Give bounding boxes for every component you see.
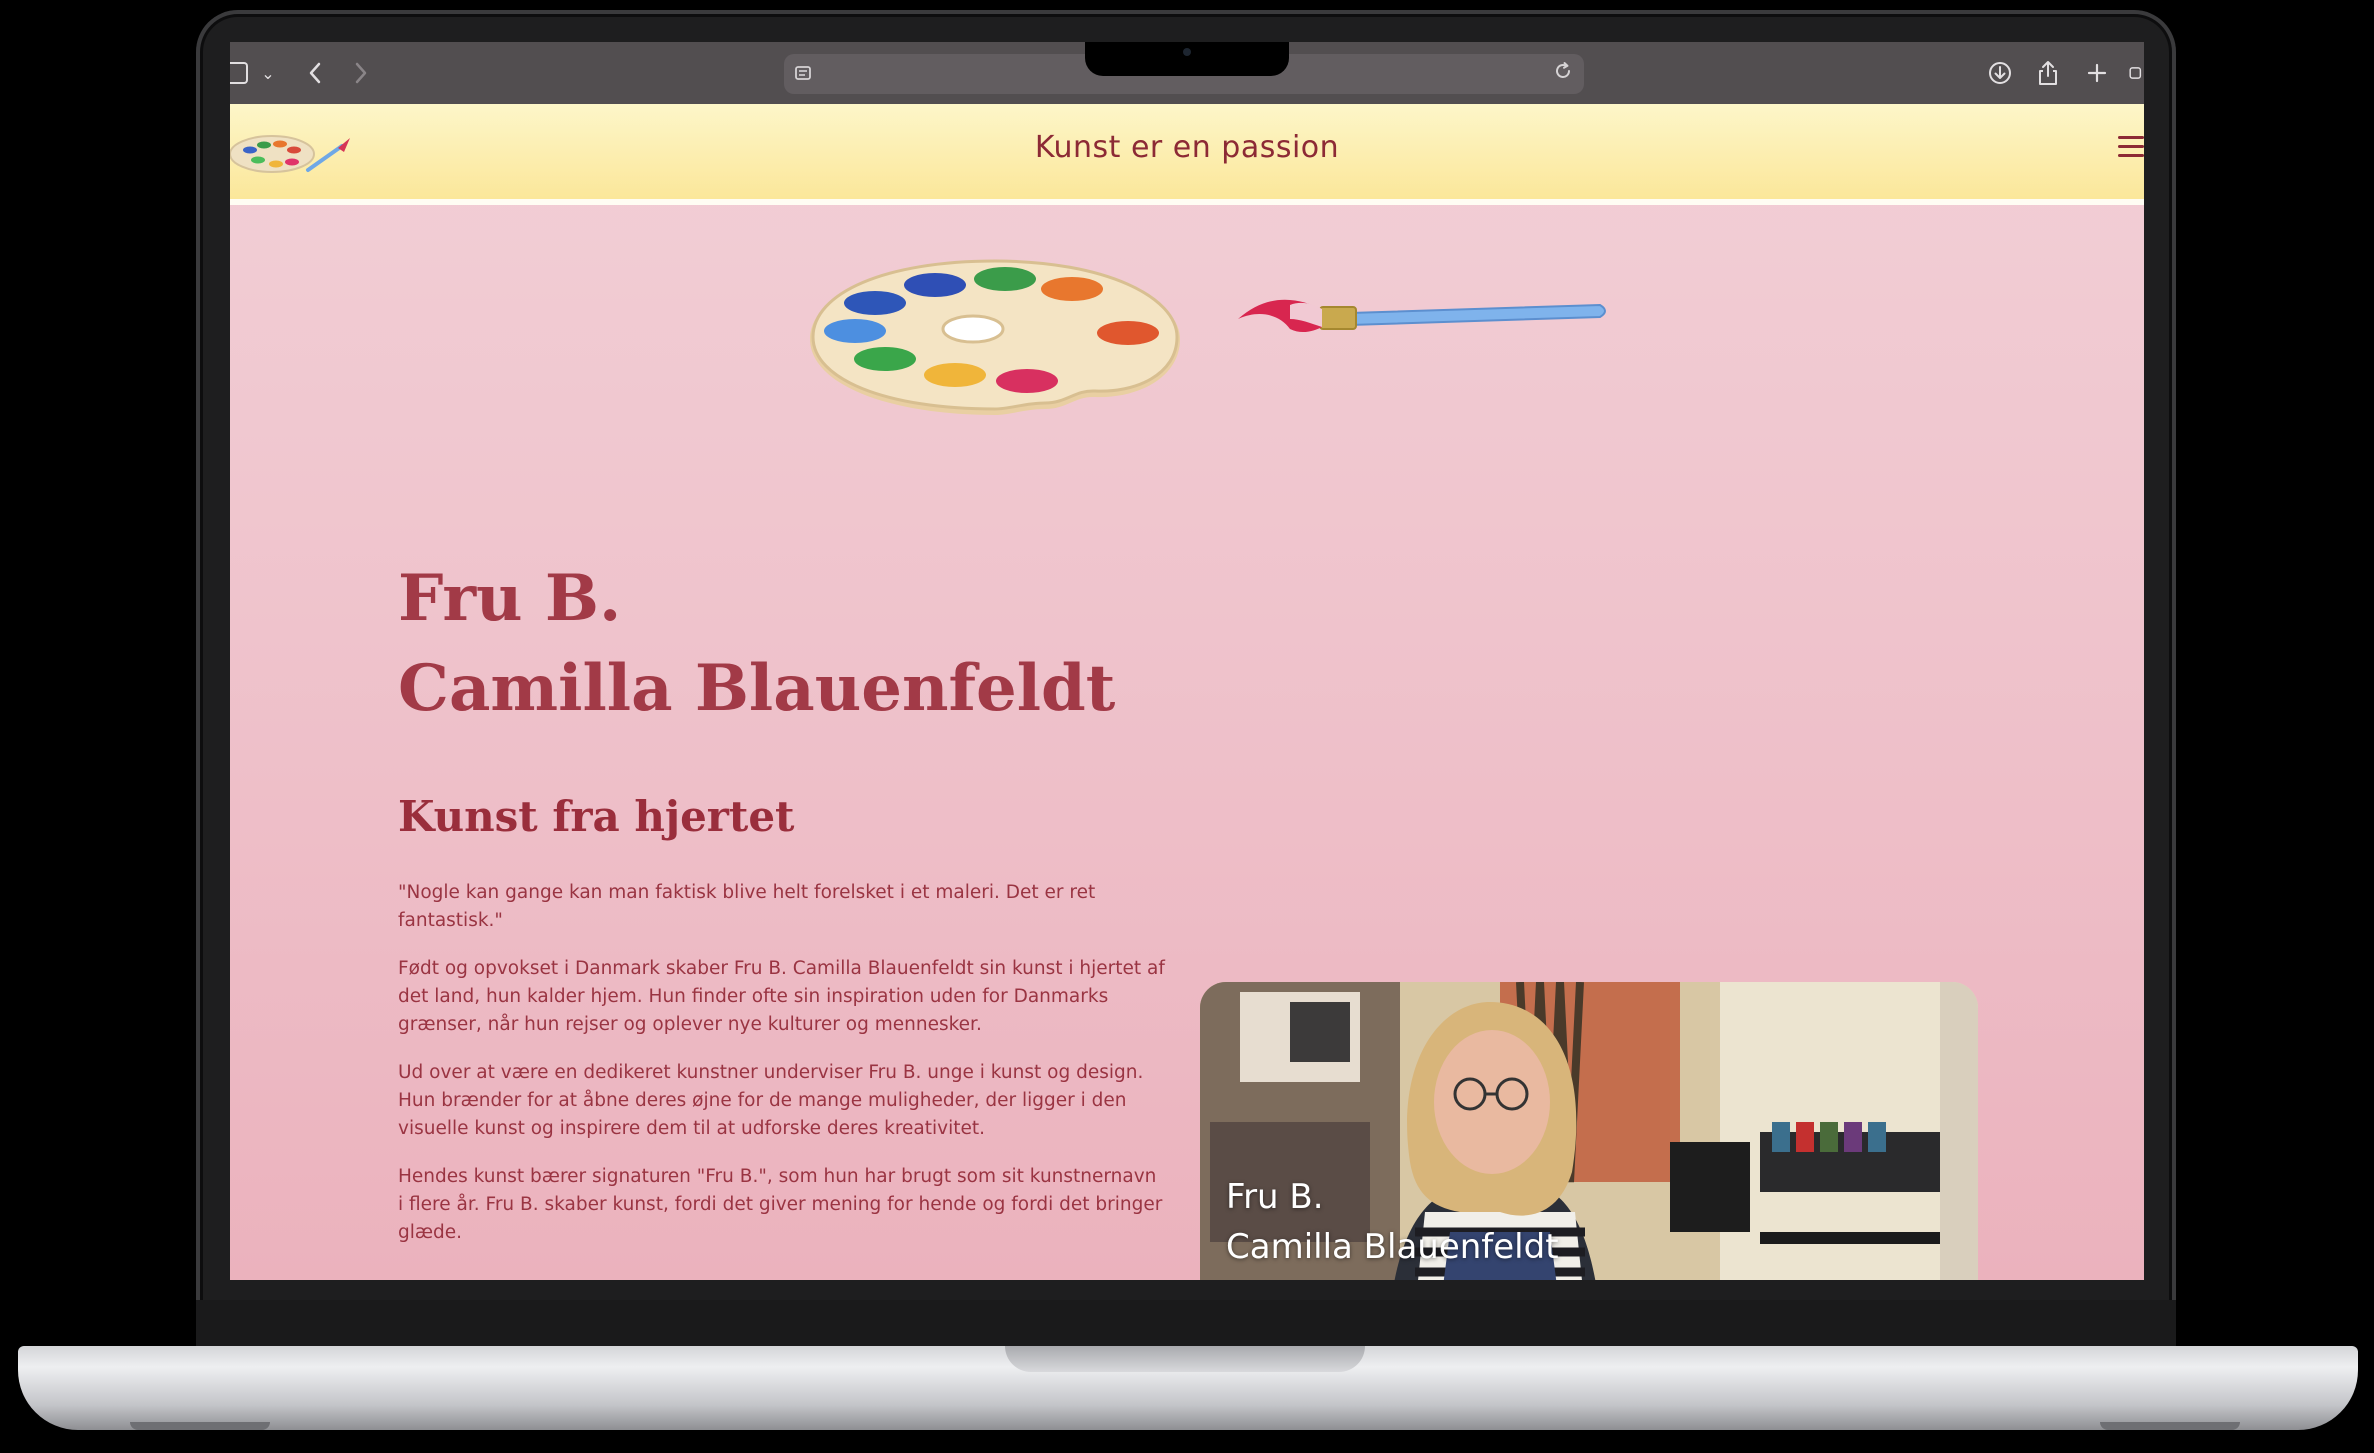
chevron-down-icon[interactable]: ⌄: [258, 58, 278, 88]
camera-notch: [1085, 42, 1289, 76]
new-tab-icon[interactable]: [2082, 58, 2112, 88]
bio-paragraph: Født og opvokset i Danmark skaber Fru B.…: [398, 958, 1165, 1035]
video-caption: Fru B. Camilla Blauenfeldt: [1226, 1172, 1559, 1272]
video-caption-line-1: Fru B.: [1226, 1177, 1324, 1217]
bio-paragraph: Ud over at være en dedikeret kunstner un…: [398, 1062, 1144, 1139]
tabs-icon[interactable]: [2128, 58, 2144, 88]
laptop-foot: [130, 1422, 270, 1430]
bio-text: "Nogle kan gange kan man faktisk blive h…: [398, 879, 1166, 1267]
hamburger-menu-icon[interactable]: [2118, 136, 2144, 160]
sidebar-icon[interactable]: [230, 62, 248, 84]
artist-video[interactable]: Fru B. Camilla Blauenfeldt: [1200, 982, 1978, 1280]
screen: ⌄ Kunst er en passion Fru B. Camilla Bla…: [230, 42, 2144, 1280]
laptop-base-notch: [1005, 1346, 1365, 1372]
site-header: Kunst er en passion: [230, 104, 2144, 205]
name-line-2: Camilla Blauenfeldt: [398, 651, 1116, 726]
reload-icon[interactable]: [1552, 60, 1574, 88]
artist-name-heading: Fru B. Camilla Blauenfeldt: [398, 554, 1115, 734]
page-icon[interactable]: [794, 64, 812, 87]
camera-icon: [1183, 48, 1191, 56]
bio-quote: "Nogle kan gange kan man faktisk blive h…: [398, 882, 1096, 931]
section-subtitle: Kunst fra hjertet: [398, 792, 795, 841]
forward-icon[interactable]: [346, 58, 376, 88]
paintbrush-illustration: [1238, 299, 1606, 333]
back-icon[interactable]: [300, 58, 330, 88]
video-caption-line-2: Camilla Blauenfeldt: [1226, 1227, 1559, 1267]
download-icon[interactable]: [1985, 58, 2015, 88]
laptop-chin: [196, 1300, 2176, 1348]
name-line-1: Fru B.: [398, 561, 622, 636]
share-icon[interactable]: [2033, 58, 2063, 88]
palette-illustration: [810, 259, 1180, 415]
site-title[interactable]: Kunst er en passion: [230, 130, 2144, 165]
web-page: Kunst er en passion Fru B. Camilla Blaue…: [230, 104, 2144, 1280]
bio-paragraph: Hendes kunst bærer signaturen "Fru B.", …: [398, 1166, 1163, 1243]
laptop-foot: [2100, 1422, 2240, 1430]
